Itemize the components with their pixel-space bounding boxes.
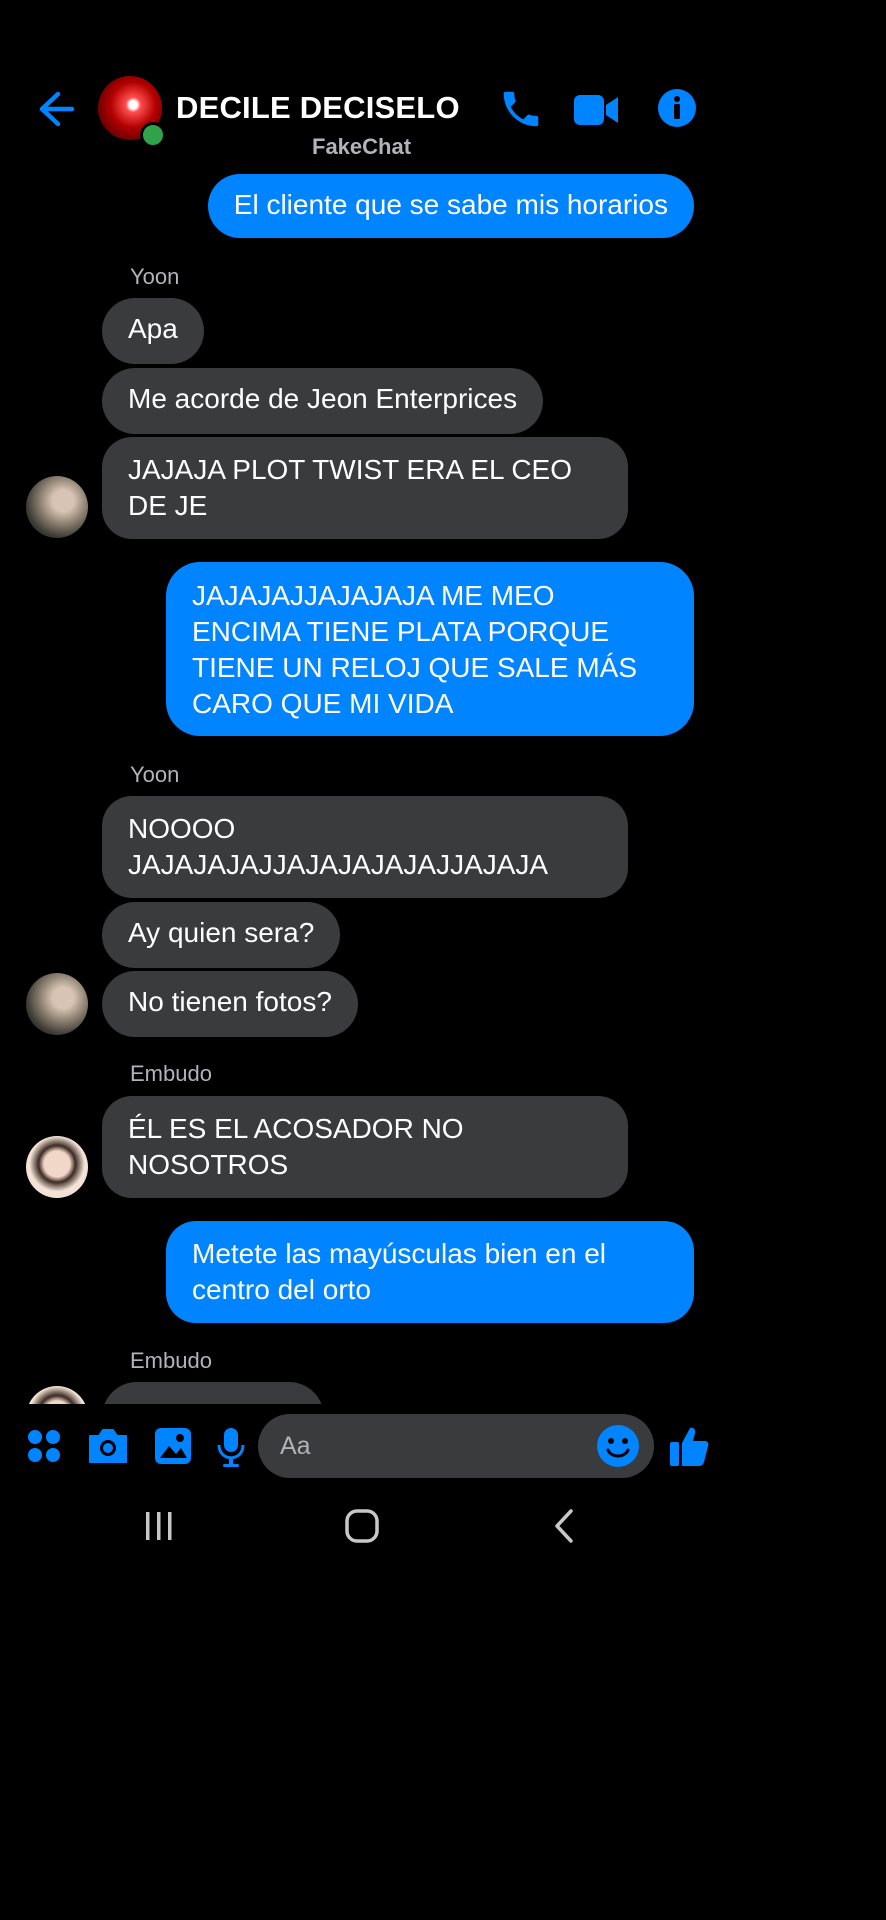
sender-name: Embudo	[130, 1061, 212, 1086]
recent-apps-icon[interactable]	[144, 1510, 174, 1542]
message-bubble-incoming[interactable]: No tienen fotos?	[102, 971, 358, 1037]
sender-avatar[interactable]	[26, 1136, 88, 1198]
online-status-dot	[140, 122, 166, 148]
message-bubble-incoming[interactable]: ÉL ES EL ACOSADOR NO NOSOTROS	[102, 1096, 628, 1198]
message-bubble-incoming[interactable]: JAJAJA PLOT TWIST ERA EL CEO DE JE	[102, 437, 628, 539]
sender-avatar[interactable]	[26, 973, 88, 1035]
conversation-header: DECILE DECISELO FakeChat	[0, 0, 724, 170]
message-bubble-incoming[interactable]: NOOOO JAJAJAJAJJAJAJAJAJAJJAJAJA	[102, 796, 628, 898]
phone-icon[interactable]	[498, 86, 544, 132]
home-icon[interactable]	[344, 1508, 380, 1544]
conversation-subtitle: FakeChat	[312, 134, 412, 159]
message-bubble-incoming[interactable]: Ay quien sera?	[102, 902, 341, 968]
gallery-icon[interactable]	[153, 1426, 193, 1466]
apps-icon[interactable]	[26, 1428, 62, 1464]
microphone-icon[interactable]	[216, 1426, 246, 1468]
message-composer: Aa	[0, 1404, 724, 1488]
back-arrow-icon[interactable]	[34, 88, 76, 130]
sender-avatar[interactable]	[26, 476, 88, 538]
message-bubble-incoming[interactable]: Me acorde de Jeon Enterprices	[102, 368, 544, 434]
message-input[interactable]: Aa	[258, 1414, 654, 1478]
camera-icon[interactable]	[86, 1426, 130, 1466]
message-input-placeholder: Aa	[280, 1432, 311, 1460]
message-bubble-incoming[interactable]: Apa	[102, 298, 204, 364]
back-nav-icon[interactable]	[552, 1508, 576, 1544]
sender-name: Yoon	[130, 762, 180, 787]
system-navigation-bar	[0, 1488, 724, 1568]
like-icon[interactable]	[668, 1424, 710, 1468]
sender-name: Embudo	[130, 1348, 212, 1373]
video-camera-icon[interactable]	[572, 92, 620, 128]
message-bubble-outgoing[interactable]: El cliente que se sabe mis horarios	[207, 174, 694, 238]
sender-name: Yoon	[130, 264, 180, 289]
info-icon[interactable]	[656, 87, 698, 129]
conversation-title[interactable]: DECILE DECISELO	[176, 90, 460, 126]
message-bubble-outgoing[interactable]: Metete las mayúsculas bien en el centro …	[166, 1221, 694, 1323]
message-bubble-outgoing[interactable]: JAJAJAJJAJAJAJA ME MEO ENCIMA TIENE PLAT…	[166, 562, 694, 736]
emoji-icon[interactable]	[596, 1424, 640, 1468]
